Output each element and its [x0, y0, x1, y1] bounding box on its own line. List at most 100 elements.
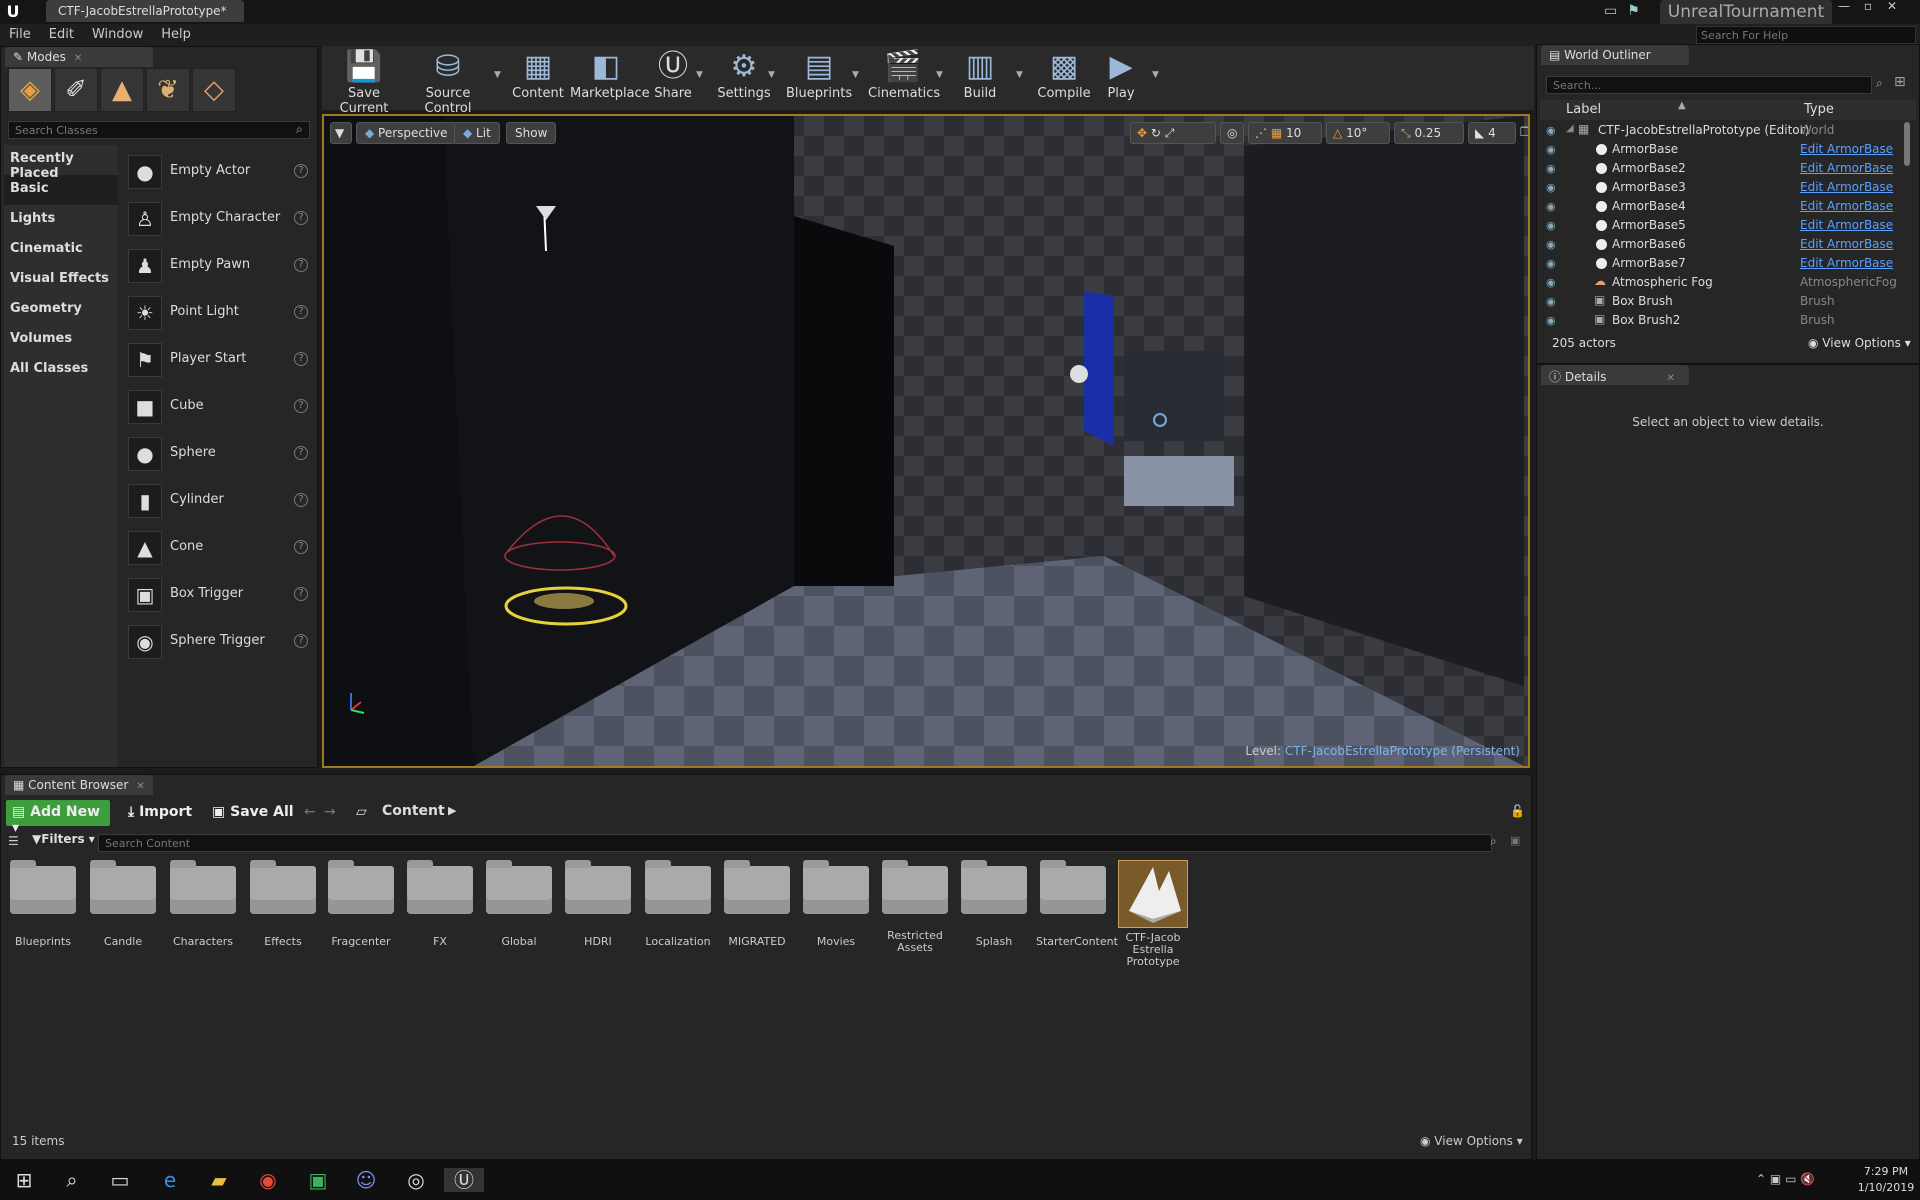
unreal-engine-taskbar-icon[interactable]: Ⓤ [444, 1168, 484, 1192]
outliner-search-input[interactable]: Search... [1546, 76, 1872, 94]
lock-icon[interactable]: 🔓 [1510, 804, 1525, 818]
eye-icon[interactable]: ◉ [1546, 219, 1556, 232]
eye-icon[interactable]: ◉ [1546, 181, 1556, 194]
add-new-button[interactable]: ▤ Add New ▾ [6, 800, 110, 836]
world-outliner-tab[interactable]: ▤ World Outliner [1541, 45, 1689, 65]
rotation-snap-value[interactable]: 10° [1346, 126, 1367, 140]
actor-item[interactable]: ▲ Cone? [126, 527, 310, 567]
file-explorer-icon[interactable]: ▰ [207, 1168, 231, 1192]
volume-icon[interactable]: 🔇 [1800, 1172, 1815, 1186]
outliner-row[interactable]: ◉ ArmorBase Edit ArmorBase [1540, 140, 1902, 159]
edit-armorbase-link[interactable]: Edit ArmorBase [1800, 161, 1893, 175]
message-icon[interactable]: ▭ [1604, 3, 1617, 19]
edit-armorbase-link[interactable]: Edit ArmorBase [1800, 142, 1893, 156]
outliner-row[interactable]: ◉ ▣ Box Brush Brush [1540, 292, 1902, 311]
chevron-down-icon[interactable]: ▼ [1152, 70, 1159, 80]
source-control-button[interactable]: ⛁ Source Control [406, 46, 490, 116]
chevron-down-icon[interactable]: ▼ [768, 70, 775, 80]
perspective-button[interactable]: ◆ Perspective [356, 122, 457, 144]
outliner-row[interactable]: ◉ ArmorBase2 Edit ArmorBase [1540, 159, 1902, 178]
search-classes-input[interactable]: Search Classes [8, 121, 310, 139]
scale-snap-toggle[interactable]: ⤡ 0.25 [1394, 122, 1464, 144]
world-space-icon[interactable]: ◎ [1220, 122, 1244, 144]
outliner-row[interactable]: ◉ ArmorBase7 Edit ArmorBase [1540, 254, 1902, 273]
eye-icon[interactable]: ◉ [1546, 124, 1556, 137]
eye-icon[interactable]: ◉ [1546, 276, 1556, 289]
close-tab-icon[interactable]: ✕ [74, 53, 82, 64]
help-icon[interactable]: ? [294, 164, 308, 178]
app-icon[interactable]: ▣ [306, 1168, 330, 1192]
import-button[interactable]: ⤓ Import [122, 800, 198, 826]
share-button[interactable]: Ⓤ Share [648, 46, 698, 110]
edit-armorbase-link[interactable]: Edit ArmorBase [1800, 180, 1893, 194]
cinematics-button[interactable]: 🎬 Cinematics [868, 46, 940, 110]
level-viewport[interactable]: ▼ ◆ Perspective ◆ Lit Show ✥ ↻ ⤢ ◎ ⋰ ▦ 1… [322, 114, 1530, 768]
chevron-up-icon[interactable]: ⌃ [1756, 1172, 1766, 1186]
help-icon[interactable]: ? [294, 258, 308, 272]
actor-item[interactable]: ⚑ Player Start? [126, 339, 310, 379]
network-icon[interactable]: ▣ [1770, 1172, 1781, 1186]
folder-characters[interactable]: Characters [166, 860, 240, 948]
actor-item[interactable]: ■ Cube? [126, 386, 310, 426]
content-browser-tab[interactable]: ▦ Content Browser ✕ [5, 775, 153, 795]
eye-icon[interactable]: ◉ [1546, 257, 1556, 270]
compile-button[interactable]: ▩ Compile [1034, 46, 1094, 110]
eye-icon[interactable]: ◉ [1546, 200, 1556, 213]
folder-localization[interactable]: Localization [641, 860, 715, 948]
help-search-input[interactable]: Search For Help [1696, 26, 1916, 44]
close-tab-icon[interactable]: ✕ [1666, 373, 1674, 384]
category-visual-effects[interactable]: Visual Effects [4, 265, 118, 295]
maximize-icon[interactable]: ▫ [1856, 0, 1880, 14]
actor-item[interactable]: ☀ Point Light? [126, 292, 310, 332]
folder-global[interactable]: Global [482, 860, 556, 948]
chevron-down-icon[interactable]: ▼ [1016, 70, 1023, 80]
menu-help[interactable]: Help [152, 24, 200, 45]
folder-blueprints[interactable]: Blueprints [6, 860, 80, 948]
cb-view-options-button[interactable]: ◉ View Options ▾ [1420, 1134, 1523, 1148]
chevron-down-icon[interactable]: ▼ [696, 70, 703, 80]
outliner-row[interactable]: ◉ ☁ Atmospheric Fog AtmosphericFog [1540, 273, 1902, 292]
category-geometry[interactable]: Geometry [4, 295, 118, 325]
eye-icon[interactable]: ◉ [1546, 295, 1556, 308]
chrome-icon[interactable]: ◉ [256, 1168, 280, 1192]
minimize-icon[interactable]: — [1832, 0, 1856, 14]
edit-armorbase-link[interactable]: Edit ArmorBase [1800, 256, 1893, 270]
back-arrow-icon[interactable]: ← [304, 804, 316, 820]
category-lights[interactable]: Lights [4, 205, 118, 235]
content-search-input[interactable]: Search Content [98, 834, 1492, 852]
edit-armorbase-link[interactable]: Edit ArmorBase [1800, 218, 1893, 232]
help-icon[interactable]: ? [294, 493, 308, 507]
show-button[interactable]: Show [506, 122, 557, 144]
geometry-mode-icon[interactable]: ◇ [192, 68, 236, 112]
outliner-row-world[interactable]: ◉ ◢ ▦ CTF-JacobEstrellaPrototype (Editor) Wo… [1540, 121, 1902, 140]
category-volumes[interactable]: Volumes [4, 325, 118, 355]
asset-ctf-level[interactable]: CTF-Jacob Estrella Prototype [1116, 860, 1190, 968]
type-column-header[interactable]: Type [1804, 102, 1834, 117]
help-icon[interactable]: ? [294, 352, 308, 366]
content-button[interactable]: ▦ Content [510, 46, 566, 110]
help-icon[interactable]: ? [294, 587, 308, 601]
play-button[interactable]: ▶ Play [1098, 46, 1144, 110]
help-icon[interactable]: ? [294, 211, 308, 225]
place-mode-icon[interactable]: ◈ [8, 68, 52, 112]
actor-item[interactable]: ● Sphere? [126, 433, 310, 473]
actor-item[interactable]: ● Empty Actor? [126, 151, 310, 191]
help-icon[interactable]: ? [294, 446, 308, 460]
view-options-button[interactable]: ◉ View Options ▾ [1808, 336, 1911, 350]
edit-armorbase-link[interactable]: Edit ArmorBase [1800, 199, 1893, 213]
add-actor-icon[interactable]: ⊞ [1894, 74, 1906, 90]
settings-button[interactable]: ⚙ Settings [716, 46, 772, 110]
modes-tab[interactable]: ✎ Modes ✕ [5, 47, 153, 67]
grid-snap-value[interactable]: 10 [1286, 126, 1301, 140]
sources-toggle-icon[interactable]: ☰ [8, 834, 19, 848]
viewport-options-button[interactable]: ▼ [330, 122, 352, 144]
outliner-row[interactable]: ◉ ArmorBase6 Edit ArmorBase [1540, 235, 1902, 254]
path-chevron-icon[interactable]: ▶ [448, 804, 456, 817]
foliage-mode-icon[interactable]: ❦ [146, 68, 190, 112]
camera-speed-button[interactable]: ◣ 4 [1468, 122, 1516, 144]
outliner-scrollbar[interactable] [1904, 122, 1910, 166]
actor-item[interactable]: ▮ Cylinder? [126, 480, 310, 520]
outliner-row[interactable]: ◉ ArmorBase5 Edit ArmorBase [1540, 216, 1902, 235]
rotate-icon[interactable]: ↻ [1151, 126, 1161, 140]
folder-effects[interactable]: Effects [246, 860, 320, 948]
